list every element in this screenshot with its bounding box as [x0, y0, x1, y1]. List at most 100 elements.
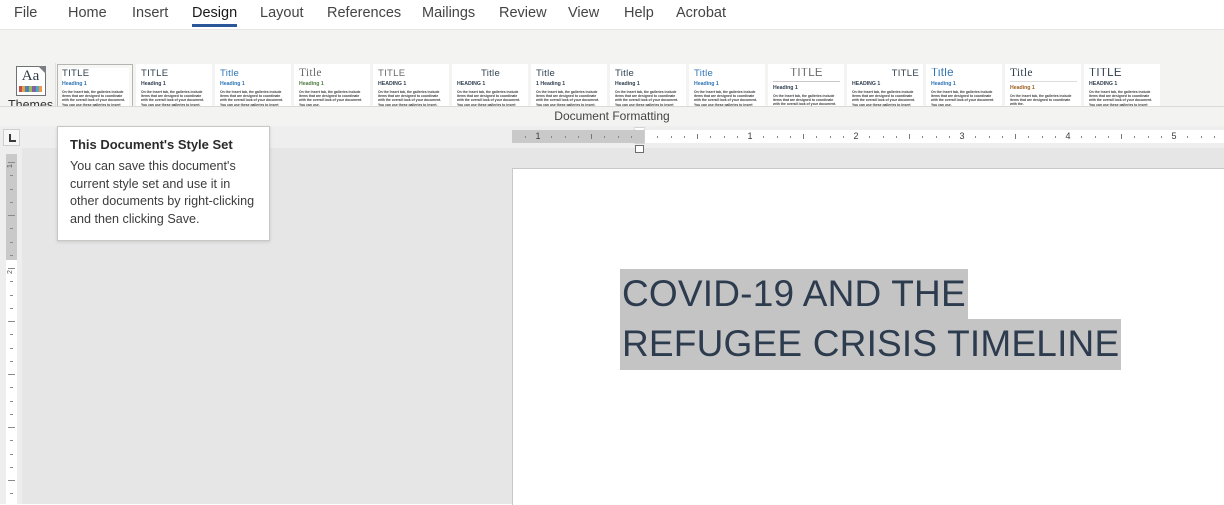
- vruler-tick: [10, 281, 13, 283]
- ruler-tick: [869, 136, 871, 138]
- ruler-number: 5: [1171, 131, 1177, 141]
- ruler-tick: [882, 136, 884, 138]
- ruler-number: 4: [1065, 131, 1071, 141]
- vruler-tick: [10, 175, 13, 177]
- style-preview-title: TITLE: [1089, 68, 1122, 79]
- ruler-tick: [551, 136, 553, 138]
- style-preview-title: Title: [1010, 68, 1033, 79]
- ruler-tick: [1134, 136, 1136, 138]
- ribbon-tabbar: File Home Insert Design Layout References Mail…: [0, 0, 1224, 29]
- vertical-ruler[interactable]: 12: [0, 126, 22, 504]
- vruler-tick: [10, 241, 13, 243]
- ruler-tick: [1001, 136, 1003, 138]
- ruler-tick: [1041, 136, 1043, 138]
- style-preview-body: On the Insert tab, the galleries include…: [141, 89, 205, 107]
- document-title[interactable]: COVID-19 AND THE REFUGEE CRISIS TIMELINE: [620, 269, 1190, 370]
- style-preview-heading: Heading 1: [141, 81, 166, 87]
- vruler-tick: [8, 268, 15, 269]
- vruler-tick: [10, 294, 13, 296]
- ruler-tick: [829, 136, 831, 138]
- ruler-tick: [710, 136, 712, 138]
- ruler-tick: [1213, 136, 1215, 138]
- ruler-tick: [697, 134, 698, 139]
- theme-swatch-7: [39, 86, 43, 92]
- style-preview-heading: Heading 1: [1010, 85, 1035, 91]
- ruler-tick: [604, 136, 606, 138]
- vruler-tick: [10, 201, 13, 203]
- ribbon-tab-design[interactable]: Design: [190, 0, 239, 29]
- ribbon-tab-label: References: [327, 5, 402, 21]
- document-page[interactable]: COVID-19 AND THE REFUGEE CRISIS TIMELINE: [512, 168, 1224, 505]
- ruler-text-area: [644, 130, 1224, 143]
- ribbon-tab-label: Design: [192, 5, 238, 21]
- ribbon-tab-label: View: [568, 5, 600, 21]
- style-preview-body: On the Insert tab, the galleries include…: [299, 89, 363, 107]
- ribbon-panel: Aa Themes ˅ TITLEHeading 1On the Insert …: [0, 29, 1224, 131]
- style-preview-title: TITLE: [790, 68, 823, 79]
- ruler-tick: [895, 136, 897, 138]
- ruler-tick: [922, 136, 924, 138]
- style-preview-title: TITLE: [891, 68, 919, 79]
- style-preview-title: Title: [694, 68, 714, 79]
- ribbon-tab-label: Review: [499, 5, 547, 21]
- style-preview-rule: [1010, 81, 1077, 82]
- document-title-line-1: COVID-19 AND THE: [620, 269, 1190, 320]
- ruler-tick: [1054, 136, 1056, 138]
- style-preview-body: On the Insert tab, the galleries include…: [931, 89, 995, 107]
- vruler-number: 1: [7, 164, 14, 168]
- style-preview-body: On the Insert tab, the galleries include…: [378, 89, 442, 107]
- tooltip-body: You can save this document's current sty…: [70, 159, 255, 226]
- style-preview-body: On the Insert tab, the galleries include…: [1010, 93, 1072, 107]
- ruler-number: 1: [747, 131, 753, 141]
- ruler-number: 3: [959, 131, 965, 141]
- ribbon-tab-mailings[interactable]: Mailings: [420, 0, 477, 29]
- style-preview-body: On the Insert tab, the galleries include…: [536, 89, 600, 107]
- style-preview-body: On the Insert tab, the galleries include…: [773, 93, 837, 107]
- ribbon-tab-acrobat[interactable]: Acrobat: [674, 0, 728, 29]
- vruler-tick: [10, 466, 13, 468]
- ruler-tick: [1147, 136, 1149, 138]
- ruler-tick: [842, 136, 844, 138]
- ruler-tick: [1015, 134, 1016, 139]
- style-preview-heading: HEADING 1: [852, 81, 881, 87]
- style-preview-heading: Heading 1: [615, 81, 640, 87]
- vruler-margin-top: [6, 154, 17, 260]
- tab-stop-selector-icon[interactable]: [3, 129, 20, 146]
- style-preview-title: TITLE: [141, 68, 169, 79]
- ribbon-tab-layout[interactable]: Layout: [258, 0, 306, 29]
- style-preview-heading: Heading 1: [773, 85, 798, 91]
- ribbon-tab-help[interactable]: Help: [622, 0, 656, 29]
- ribbon-tab-view[interactable]: View: [566, 0, 601, 29]
- ruler-tick: [975, 136, 977, 138]
- ribbon-tab-insert[interactable]: Insert: [130, 0, 170, 29]
- vruler-tick: [8, 427, 15, 428]
- style-preview-heading: Heading 1: [299, 81, 324, 87]
- vruler-tick: [10, 334, 13, 336]
- ruler-tick: [1107, 136, 1109, 138]
- style-preview-title: Title: [931, 68, 954, 79]
- ribbon-tab-file[interactable]: File: [12, 0, 39, 29]
- vruler-tick: [8, 215, 15, 216]
- left-indent-marker[interactable]: [635, 145, 644, 153]
- vruler-tick: [10, 254, 13, 256]
- vruler-tick: [10, 307, 13, 309]
- style-set-tooltip: This Document's Style Set You can save t…: [57, 126, 270, 241]
- ribbon-tab-references[interactable]: References: [325, 0, 403, 29]
- document-title-line-1-text: COVID-19 AND THE: [620, 269, 968, 320]
- ribbon-tab-review[interactable]: Review: [497, 0, 549, 29]
- style-preview-title: Title: [536, 68, 556, 79]
- vruler-tick: [8, 374, 15, 375]
- ruler-tick: [1187, 136, 1189, 138]
- ribbon-tab-label: Acrobat: [676, 5, 726, 21]
- ribbon-tab-label: Home: [68, 5, 107, 21]
- ruler-tick: [683, 136, 685, 138]
- vruler-tick: [8, 162, 15, 163]
- ruler-tick: [776, 136, 778, 138]
- word-window: File Home Insert Design Layout References Mail…: [0, 0, 1224, 505]
- vruler-tick: [10, 453, 13, 455]
- ribbon-tab-label: File: [14, 5, 38, 21]
- style-preview-heading: 1 Heading 1: [536, 81, 566, 87]
- ribbon-tab-home[interactable]: Home: [66, 0, 109, 29]
- vertical-ruler-scale: 12: [6, 154, 17, 504]
- vruler-tick: [8, 480, 15, 481]
